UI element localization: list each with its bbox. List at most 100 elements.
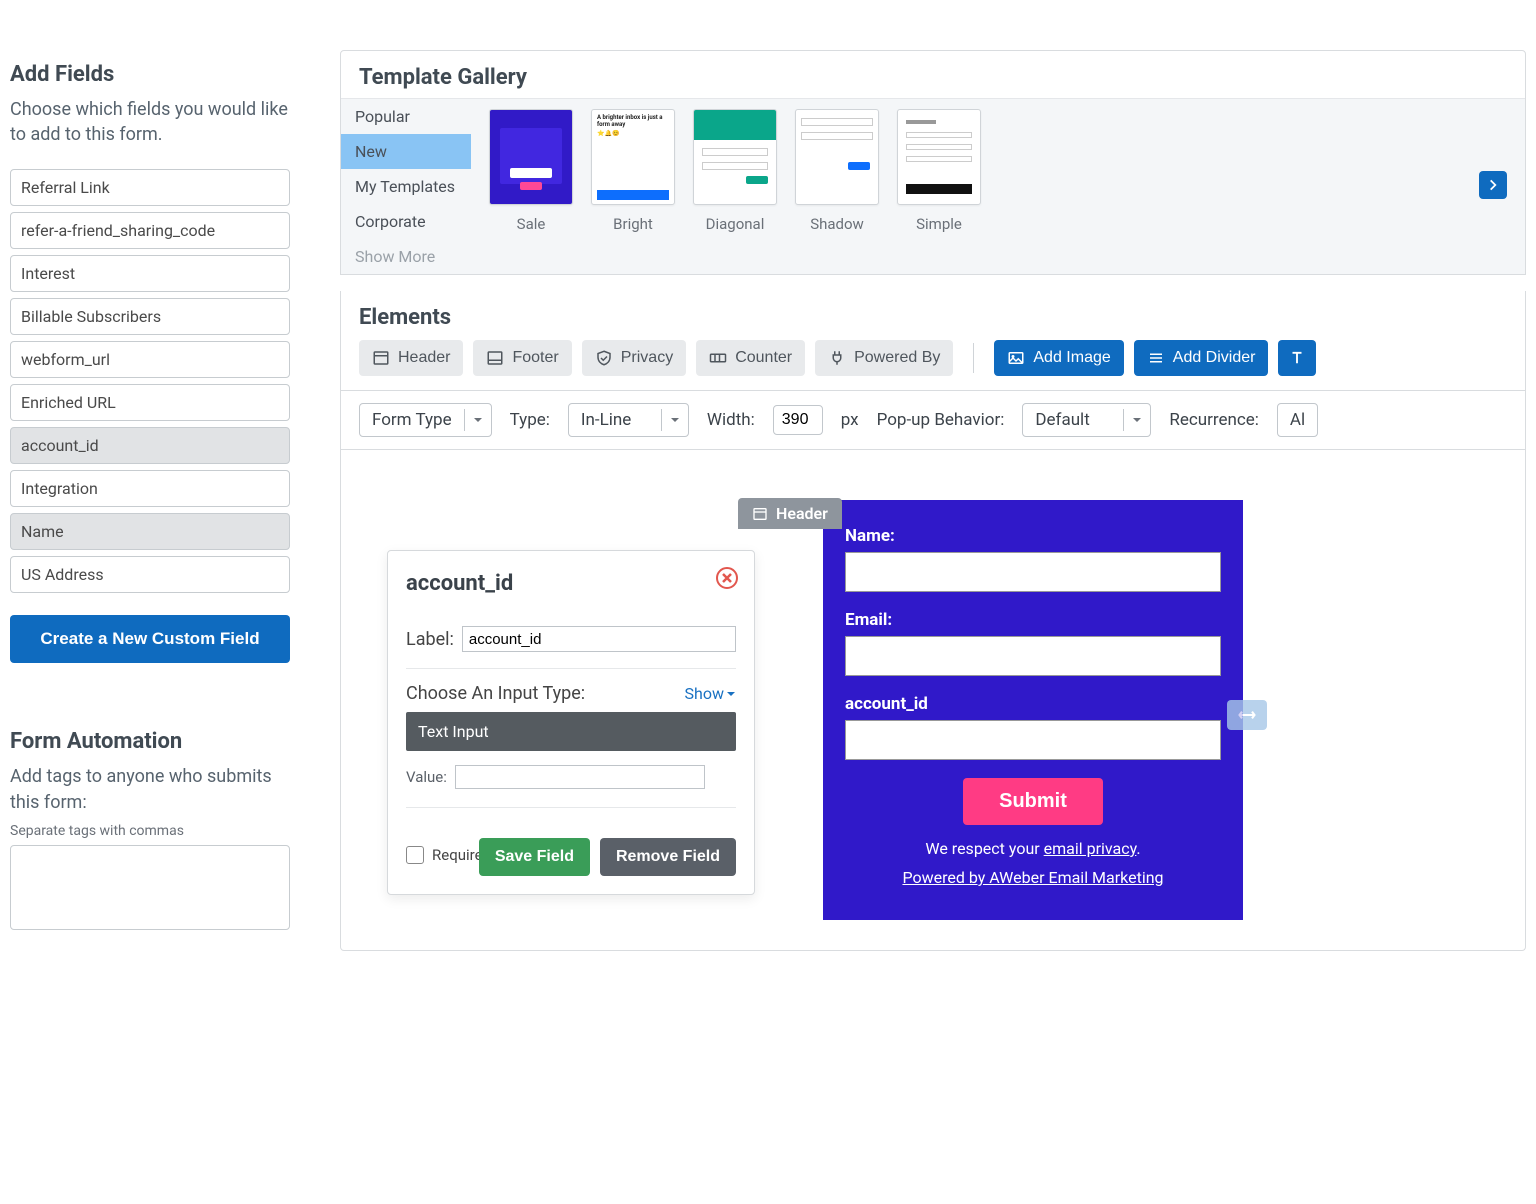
footer-icon [486, 349, 504, 367]
choose-input-type-label: Choose An Input Type: [406, 683, 585, 704]
gallery-categories: Popular New My Templates Corporate Show … [341, 99, 471, 274]
form-type-select[interactable]: Form Type [359, 403, 492, 437]
template-thumb-bright[interactable]: ⭐🔔😊 [591, 109, 675, 205]
elements-panel: Elements Header Footer Privacy Counter [340, 291, 1526, 951]
field-item-billable[interactable]: Billable Subscribers [10, 298, 290, 335]
plug-icon [828, 349, 846, 367]
caret-down-icon [473, 415, 483, 425]
field-item-webform-url[interactable]: webform_url [10, 341, 290, 378]
form-automation-title: Form Automation [10, 729, 290, 754]
template-thumb-simple[interactable] [897, 109, 981, 205]
template-thumb-diagonal[interactable] [693, 109, 777, 205]
add-divider-button[interactable]: Add Divider [1134, 340, 1269, 376]
caret-down-icon [1132, 415, 1142, 425]
editor-label-label: Label: [406, 629, 454, 650]
text-icon [1288, 349, 1306, 367]
chevron-right-icon [1486, 178, 1500, 192]
counter-element-button[interactable]: Counter [696, 340, 805, 376]
template-label-simple: Simple [916, 215, 962, 233]
template-label-diagonal: Diagonal [706, 215, 765, 233]
field-item-us-address[interactable]: US Address [10, 556, 290, 593]
editor-field-title: account_id [406, 571, 736, 596]
field-item-name[interactable]: Name [10, 513, 290, 550]
editor-close-button[interactable] [716, 567, 738, 589]
resize-handle[interactable] [1227, 700, 1267, 730]
type-select[interactable]: In-Line [568, 403, 689, 437]
template-thumb-shadow[interactable] [795, 109, 879, 205]
preview-account-id-label: account_id [845, 694, 1221, 714]
powered-by-element-button[interactable]: Powered By [815, 340, 953, 376]
save-field-button[interactable]: Save Field [479, 838, 590, 876]
field-item-refer-a-friend[interactable]: refer-a-friend_sharing_code [10, 212, 290, 249]
resize-icon [1237, 708, 1257, 722]
show-input-types-link[interactable]: Show [685, 684, 736, 703]
header-icon [372, 349, 390, 367]
create-custom-field-button[interactable]: Create a New Custom Field [10, 615, 290, 663]
email-privacy-link[interactable]: email privacy [1044, 839, 1137, 858]
shield-icon [595, 349, 613, 367]
selected-input-type[interactable]: Text Input [406, 712, 736, 751]
preview-account-id-input[interactable] [845, 720, 1221, 760]
image-icon [1007, 349, 1025, 367]
divider-icon [1147, 349, 1165, 367]
type-label: Type: [510, 410, 550, 430]
gallery-cat-show-more[interactable]: Show More [341, 239, 471, 274]
gallery-next-button[interactable] [1479, 171, 1507, 199]
preview-email-label: Email: [845, 610, 1221, 630]
counter-icon [709, 349, 727, 367]
recurrence-select[interactable]: Al [1277, 403, 1318, 437]
header-element-button[interactable]: Header [359, 340, 463, 376]
gallery-cat-popular[interactable]: Popular [341, 99, 471, 134]
caret-down-icon [670, 415, 680, 425]
add-image-button[interactable]: Add Image [994, 340, 1123, 376]
preview-name-label: Name: [845, 526, 1221, 546]
gallery-cat-corporate[interactable]: Corporate [341, 204, 471, 239]
width-unit: px [841, 410, 859, 430]
caret-down-icon [726, 689, 736, 699]
editor-label-input[interactable] [462, 626, 736, 652]
add-fields-desc: Choose which fields you would like to ad… [10, 97, 290, 147]
privacy-element-button[interactable]: Privacy [582, 340, 686, 376]
tags-hint: Separate tags with commas [10, 823, 290, 839]
elements-title: Elements [341, 291, 1525, 340]
gallery-cat-new[interactable]: New [341, 134, 471, 169]
preview-name-input[interactable] [845, 552, 1221, 592]
form-automation-desc: Add tags to anyone who submits this form… [10, 764, 290, 814]
preview-submit-button[interactable]: Submit [963, 778, 1103, 825]
width-label: Width: [707, 410, 755, 430]
recurrence-label: Recurrence: [1169, 410, 1259, 430]
add-fields-title: Add Fields [10, 62, 290, 87]
template-gallery: Template Gallery Popular New My Template… [340, 50, 1526, 275]
toolbar-separator [973, 343, 974, 373]
template-thumb-sale[interactable] [489, 109, 573, 205]
template-label-bright: Bright [613, 215, 653, 233]
editor-value-label: Value: [406, 768, 447, 786]
template-gallery-title: Template Gallery [341, 51, 1525, 98]
template-label-sale: Sale [517, 215, 546, 233]
header-tab[interactable]: Header [738, 498, 842, 529]
field-item-account-id[interactable]: account_id [10, 427, 290, 464]
gallery-cat-my-templates[interactable]: My Templates [341, 169, 471, 204]
preview-email-input[interactable] [845, 636, 1221, 676]
field-list: Referral Link refer-a-friend_sharing_cod… [10, 169, 290, 593]
popup-behavior-select[interactable]: Default [1022, 403, 1151, 437]
footer-element-button[interactable]: Footer [473, 340, 571, 376]
field-editor-popover: account_id Label: Choose An Input Type: … [387, 550, 755, 895]
template-label-shadow: Shadow [810, 215, 864, 233]
width-input[interactable] [773, 405, 823, 435]
close-icon [722, 573, 732, 583]
field-item-integration[interactable]: Integration [10, 470, 290, 507]
form-preview[interactable]: Header Name: Email: account_id Submit We… [823, 500, 1243, 920]
form-options-bar: Form Type Type: In-Line Width: px Pop-up… [341, 390, 1525, 450]
editor-value-input[interactable] [455, 765, 705, 789]
field-item-referral-link[interactable]: Referral Link [10, 169, 290, 206]
add-text-button[interactable] [1278, 340, 1316, 376]
powered-by-link[interactable]: Powered by AWeber Email Marketing [902, 868, 1163, 887]
field-item-interest[interactable]: Interest [10, 255, 290, 292]
field-item-enriched-url[interactable]: Enriched URL [10, 384, 290, 421]
required-checkbox[interactable] [406, 846, 424, 864]
tags-input[interactable] [10, 845, 290, 930]
remove-field-button[interactable]: Remove Field [600, 838, 736, 876]
preview-privacy-text: We respect your email privacy. [845, 839, 1221, 858]
header-icon [752, 506, 768, 522]
